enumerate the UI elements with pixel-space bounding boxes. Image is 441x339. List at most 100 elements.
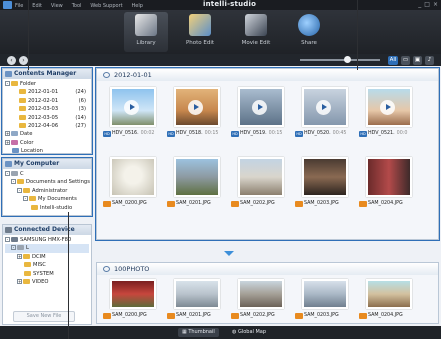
window-controls: _ □ × bbox=[418, 1, 438, 8]
thumbnail-item[interactable]: HD HDV_0519. 00:15 bbox=[231, 87, 291, 138]
collapse-icon[interactable]: - bbox=[11, 179, 16, 185]
tab-global-map[interactable]: ◍ Global Map bbox=[228, 328, 270, 337]
zoom-slider[interactable] bbox=[300, 56, 380, 63]
thumbnail-image bbox=[238, 157, 284, 197]
maximize-icon[interactable]: □ bbox=[424, 1, 430, 8]
section-collapse-icon[interactable] bbox=[103, 72, 110, 78]
tree-drive[interactable]: -C bbox=[5, 170, 89, 178]
zoom-slider-knob[interactable] bbox=[344, 56, 351, 63]
tree-folder[interactable]: SYSTEM bbox=[5, 270, 89, 278]
thumbnail-item[interactable]: SAM_0201.JPG bbox=[167, 157, 227, 208]
panel-header: Connected Device bbox=[3, 225, 91, 235]
device-icon bbox=[5, 227, 12, 233]
duration: 00:15 bbox=[204, 131, 219, 136]
thumbnail-item[interactable]: SAM_0200.JPG bbox=[103, 157, 163, 208]
collapse-icon[interactable]: - bbox=[17, 187, 22, 193]
tree-folder[interactable]: + VIDEO bbox=[5, 278, 89, 286]
play-icon[interactable] bbox=[252, 100, 267, 115]
collapse-icon[interactable]: - bbox=[23, 196, 28, 202]
tree-folder-item[interactable]: 2012-04-06 (27) bbox=[5, 122, 89, 130]
folder-count: (6) bbox=[78, 97, 86, 104]
tree-location[interactable]: Location bbox=[5, 147, 89, 155]
tab-thumbnail[interactable]: ▦ Thumbnail bbox=[178, 328, 219, 337]
tree-folder[interactable]: + DCIM bbox=[5, 253, 89, 261]
back-icon[interactable]: ‹ bbox=[7, 56, 16, 65]
thumbnail-item[interactable]: SAM_0202.JPG bbox=[231, 279, 291, 320]
computer-icon bbox=[5, 161, 12, 167]
close-icon[interactable]: × bbox=[433, 1, 438, 8]
collapse-icon[interactable]: - bbox=[5, 81, 10, 86]
tree-color[interactable]: + Color bbox=[5, 139, 89, 147]
play-icon[interactable] bbox=[380, 100, 395, 115]
collapse-icon[interactable]: - bbox=[5, 171, 10, 176]
menu-file[interactable]: File bbox=[15, 3, 23, 9]
collapse-icon[interactable]: - bbox=[11, 245, 16, 251]
thumbnail-item[interactable]: HD HDV_0521. 00:0 bbox=[359, 87, 419, 138]
expand-icon[interactable]: + bbox=[5, 139, 10, 145]
tree-folder-item[interactable]: 2012-03-05 (14) bbox=[5, 114, 89, 122]
menu-web-support[interactable]: Web Support bbox=[90, 3, 122, 9]
tree-device[interactable]: - SAMSUNG HMX-F80 bbox=[5, 236, 89, 244]
mode-library-button[interactable]: Library bbox=[124, 12, 168, 52]
thumbnail-item[interactable]: SAM_0204.JPG bbox=[359, 157, 419, 208]
thumbnail-item[interactable]: SAM_0201.JPG bbox=[167, 279, 227, 320]
thumbnail-item[interactable]: HD HDV_0520. 00:45 bbox=[295, 87, 355, 138]
drive-icon bbox=[17, 245, 24, 251]
menu-tool[interactable]: Tool bbox=[72, 3, 82, 9]
tree-folder-root[interactable]: - Folder bbox=[5, 80, 89, 88]
folder-count: (3) bbox=[78, 106, 86, 113]
menu-help[interactable]: Help bbox=[132, 3, 143, 9]
play-icon[interactable] bbox=[188, 100, 203, 115]
thumbnail-item[interactable]: SAM_0200.JPG bbox=[103, 279, 163, 320]
play-icon[interactable] bbox=[316, 100, 331, 115]
thumbnail-caption: HD HDV_0521. 00:0 bbox=[359, 130, 419, 138]
section-collapse-icon[interactable] bbox=[103, 266, 110, 272]
thumbnail-item[interactable]: SAM_0202.JPG bbox=[231, 157, 291, 208]
thumbnail-item[interactable]: SAM_0203.JPG bbox=[295, 279, 355, 320]
audio-filter-icon[interactable]: ♪ bbox=[425, 56, 434, 65]
thumbnail-item[interactable]: SAM_0204.JPG bbox=[359, 279, 419, 320]
play-icon[interactable] bbox=[124, 100, 139, 115]
forward-icon[interactable]: › bbox=[19, 56, 28, 65]
save-new-file-button[interactable]: Save New File bbox=[13, 311, 75, 322]
folder-icon bbox=[24, 270, 31, 276]
minimize-icon[interactable]: _ bbox=[418, 1, 421, 8]
expand-icon[interactable]: + bbox=[17, 278, 22, 284]
thumbnail-item[interactable]: HD HDV_0518. 00:15 bbox=[167, 87, 227, 138]
photo-badge-icon bbox=[359, 201, 367, 207]
expand-arrow-icon[interactable] bbox=[224, 251, 234, 256]
tree-date[interactable]: + Date bbox=[5, 130, 89, 138]
thumbnail-caption: HD HDV_0520. 00:45 bbox=[295, 130, 355, 138]
thumbnail-caption: SAM_0201.JPG bbox=[167, 200, 227, 208]
tree-folder-item[interactable]: 2012-01-01 (24) bbox=[5, 88, 89, 96]
folder-icon bbox=[23, 278, 30, 284]
photo-edit-icon bbox=[189, 14, 211, 36]
tree-drive[interactable]: -L bbox=[5, 244, 89, 253]
tree-folder[interactable]: - Documents and Settings bbox=[5, 178, 90, 186]
mode-photo-edit-button[interactable]: Photo Edit bbox=[178, 12, 222, 52]
tree-folder[interactable]: - Administrator bbox=[5, 187, 89, 195]
mode-movie-edit-button[interactable]: Movie Edit bbox=[234, 12, 278, 52]
thumbnail-section-2012-01-01: 2012-01-01 HD HDV_0516. 00:02 HD HDV_0518. 0… bbox=[95, 67, 440, 241]
tree-folder[interactable]: Intelli-studio bbox=[5, 204, 89, 212]
collapse-icon[interactable]: - bbox=[5, 237, 10, 242]
tree-folder[interactable]: MISC bbox=[5, 261, 89, 269]
drive-icon bbox=[11, 171, 18, 176]
menu-view[interactable]: View bbox=[51, 3, 63, 9]
tree-folder-item[interactable]: 2012-03-03 (3) bbox=[5, 105, 89, 113]
tree-folder[interactable]: - My Documents bbox=[5, 195, 89, 203]
location-icon bbox=[12, 148, 19, 154]
video-filter-icon[interactable]: ▭ bbox=[401, 56, 410, 65]
tree-folder-item[interactable]: 2012-02-01 (6) bbox=[5, 97, 89, 105]
photo-badge-icon bbox=[295, 313, 303, 319]
folder-icon bbox=[19, 89, 26, 95]
thumbnail-item[interactable]: SAM_0203.JPG bbox=[295, 157, 355, 208]
view-all-button[interactable]: All bbox=[388, 56, 398, 65]
folder-count: (14) bbox=[75, 114, 86, 121]
expand-icon[interactable]: + bbox=[17, 253, 22, 259]
menu-edit[interactable]: Edit bbox=[32, 3, 42, 9]
thumbnail-item[interactable]: HD HDV_0516. 00:02 bbox=[103, 87, 163, 138]
mode-share-button[interactable]: Share bbox=[287, 12, 331, 52]
expand-icon[interactable]: + bbox=[5, 131, 10, 137]
photo-filter-icon[interactable]: ▣ bbox=[413, 56, 422, 65]
